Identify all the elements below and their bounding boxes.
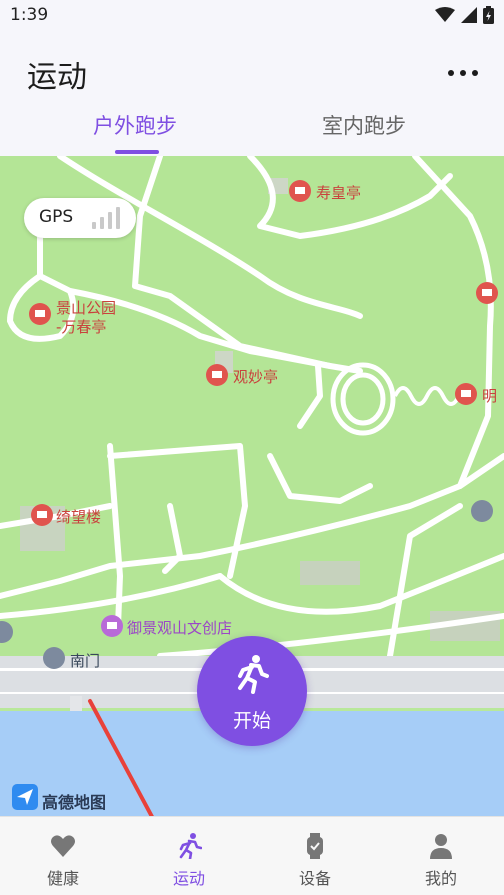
more-options-button[interactable] xyxy=(446,58,480,84)
annotation-arrow xyxy=(88,699,154,816)
poi-label: 绮望楼 xyxy=(56,508,102,526)
more-dot-icon xyxy=(472,70,478,76)
tab-outdoor-run[interactable]: 户外跑步 xyxy=(93,110,177,140)
start-label: 开始 xyxy=(232,710,271,732)
nav-item-health[interactable]: 健康 xyxy=(0,817,126,895)
nav-label: 我的 xyxy=(424,869,457,888)
map-view[interactable]: 寿皇亭 景山公园 -万春亭 观妙亭 明 绮望楼 御景观山文创店 南门 GPS 开… xyxy=(0,156,504,816)
header: 运动 户外跑步 室内跑步 xyxy=(0,32,504,156)
person-icon xyxy=(430,834,452,859)
nav-label: 设备 xyxy=(298,869,331,888)
poi-label: 明 xyxy=(482,387,498,405)
more-dot-icon xyxy=(448,70,454,76)
tab-indoor-run[interactable]: 室内跑步 xyxy=(322,110,406,140)
status-time: 1:39 xyxy=(10,5,49,25)
gps-signal-icon xyxy=(92,207,120,229)
start-run-button[interactable]: 开始 xyxy=(197,636,307,746)
running-icon xyxy=(179,833,202,859)
poi-label: -万春亭 xyxy=(56,318,107,336)
poi-label: 御景观山文创店 xyxy=(127,619,233,637)
status-icons xyxy=(435,6,494,24)
more-dot-icon xyxy=(460,70,466,76)
nav-item-sport[interactable]: 运动 xyxy=(126,817,252,895)
gps-indicator[interactable]: GPS xyxy=(24,198,136,238)
watch-icon xyxy=(307,833,323,859)
wifi-icon xyxy=(435,7,455,22)
running-icon xyxy=(238,655,269,694)
nav-item-me[interactable]: 我的 xyxy=(378,817,504,895)
nav-label: 健康 xyxy=(46,869,79,888)
tab-indicator xyxy=(115,150,159,154)
amap-logo-icon xyxy=(12,784,38,810)
nav-item-device[interactable]: 设备 xyxy=(252,817,378,895)
heart-icon xyxy=(51,835,75,857)
nav-label: 运动 xyxy=(172,869,205,888)
signal-icon xyxy=(461,7,477,23)
status-bar: 1:39 xyxy=(0,0,504,32)
poi-label: 南门 xyxy=(70,652,101,670)
gps-label: GPS xyxy=(39,207,74,227)
poi-label: 景山公园 xyxy=(56,299,117,317)
page-title: 运动 xyxy=(27,60,87,95)
bottom-nav: 健康 运动 设备 我的 xyxy=(0,816,504,895)
poi-label: 寿皇亭 xyxy=(316,184,362,202)
poi-label: 观妙亭 xyxy=(233,368,279,386)
battery-charging-icon xyxy=(483,6,494,24)
